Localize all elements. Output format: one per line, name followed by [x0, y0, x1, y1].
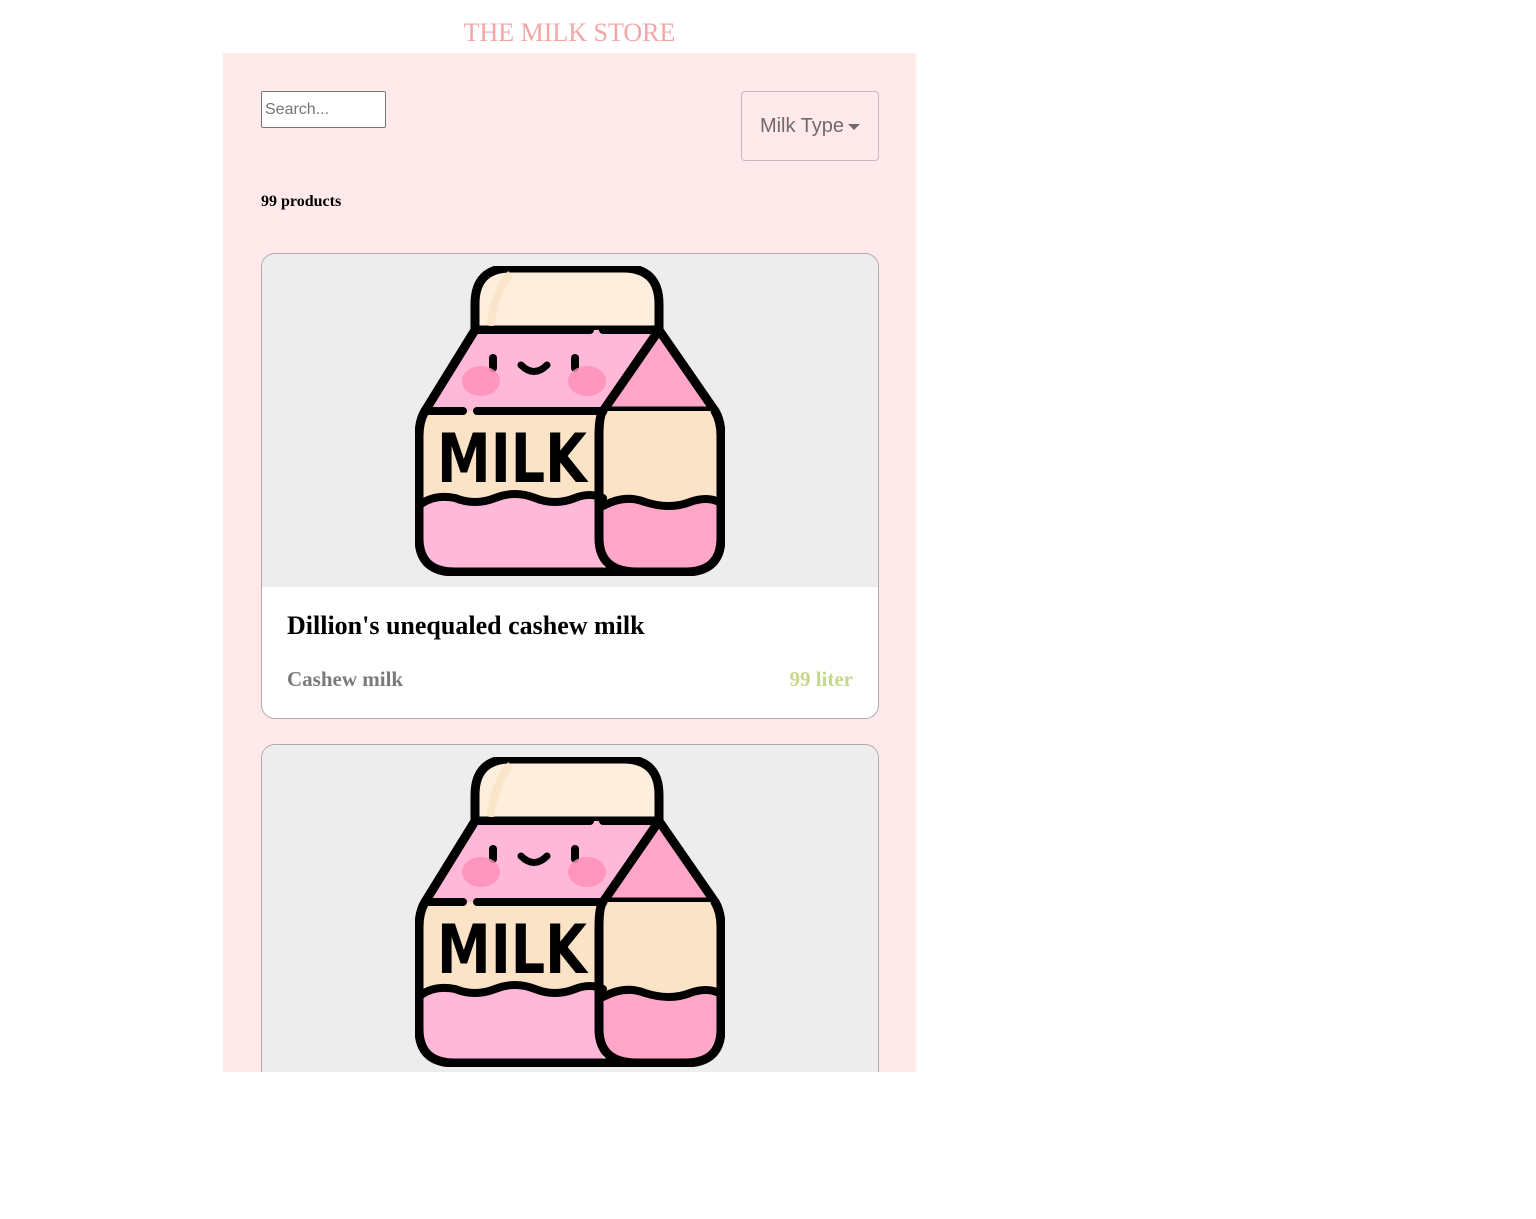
- milk-type-filter-label: Milk Type: [759, 114, 845, 137]
- product-name: Dillion's unequaled cashew milk: [287, 611, 645, 640]
- milk-type-filter-button[interactable]: Milk Type: [741, 91, 879, 161]
- milk-carton-icon: MILK: [415, 757, 725, 1067]
- product-card[interactable]: MILK: [261, 744, 879, 1072]
- caret-down-icon: [848, 124, 861, 130]
- svg-text:MILK: MILK: [437, 911, 589, 990]
- product-type: Cashew milk: [287, 667, 404, 691]
- svg-text:MILK: MILK: [437, 420, 589, 499]
- product-volume: 99 liter: [789, 667, 853, 691]
- page-title: THE MILK STORE: [463, 18, 676, 47]
- product-count: 99 products: [261, 193, 342, 210]
- search-input[interactable]: [261, 91, 386, 128]
- milk-carton-icon: MILK: [415, 266, 725, 576]
- product-card-body: Dillion's unequaled cashew milk Cashew m…: [262, 587, 878, 718]
- product-image: MILK: [262, 745, 878, 1072]
- product-panel: Milk Type 99 products: [223, 53, 916, 1072]
- product-image: MILK: [262, 254, 878, 587]
- product-card[interactable]: MILK Dillion's unequaled cashew milk Cas…: [261, 253, 879, 719]
